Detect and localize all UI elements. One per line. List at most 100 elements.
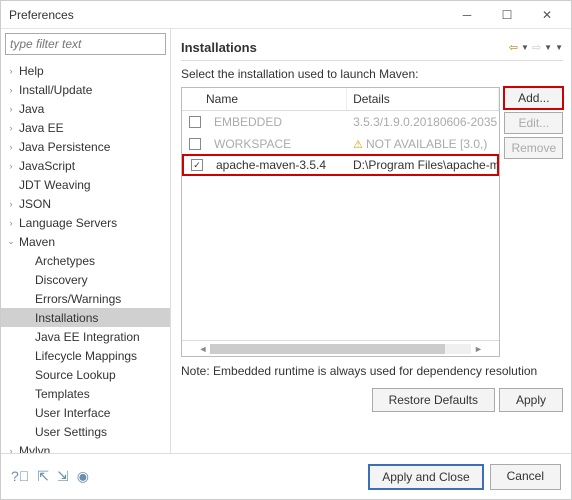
page-heading: Installations [181,40,509,55]
expander-icon[interactable]: › [5,199,17,209]
tree-item-errors-warnings[interactable]: Errors/Warnings [1,289,170,308]
cell-details: D:\Program Files\apache-ma [347,158,497,172]
apply-button[interactable]: Apply [499,388,563,412]
preferences-window: Preferences ─ ☐ ✕ ›Help›Install/Update›J… [0,0,572,500]
tree-item-java-ee[interactable]: ›Java EE [1,118,170,137]
tree-item-label: Help [17,64,44,78]
filter-box [5,33,166,55]
close-button[interactable]: ✕ [527,2,567,28]
tree-item-label: Lifecycle Mappings [33,349,137,363]
tree-item-maven[interactable]: ⌄Maven [1,232,170,251]
cell-name: EMBEDDED [208,115,347,129]
tree-item-label: JDT Weaving [17,178,91,192]
checkbox[interactable]: ✓ [191,159,203,171]
expander-icon[interactable]: › [5,142,17,152]
table-area: Name Details EMBEDDED3.5.3/1.9.0.2018060… [181,87,563,357]
table-row[interactable]: ✓ apache-maven-3.5.4D:\Program Files\apac… [182,154,499,176]
expander-icon[interactable]: › [5,66,17,76]
tree-item-label: Java EE Integration [33,330,140,344]
expander-icon[interactable]: › [5,123,17,133]
column-details[interactable]: Details [347,88,499,110]
sidebar: ›Help›Install/Update›Java›Java EE›Java P… [1,29,171,453]
tree-item-lifecycle-mappings[interactable]: Lifecycle Mappings [1,346,170,365]
tree-item-label: Maven [17,235,55,249]
import-icon[interactable]: ⇱ [37,468,49,485]
nav-toolbar: ⇦ ▼ ⇨ ▼ ▼ [509,41,563,54]
checkbox[interactable] [189,138,201,150]
tree-item-discovery[interactable]: Discovery [1,270,170,289]
back-icon[interactable]: ⇦ [509,41,518,54]
table-header: Name Details [182,88,499,111]
tree-item-json[interactable]: ›JSON [1,194,170,213]
tree-item-label: User Interface [33,406,110,420]
tree-item-label: JavaScript [17,159,75,173]
note-text: Note: Embedded runtime is always used fo… [181,363,563,380]
tree-item-label: Templates [33,387,90,401]
tree-item-label: Java EE [17,121,64,135]
expander-icon[interactable]: › [5,85,17,95]
table-row[interactable]: EMBEDDED3.5.3/1.9.0.20180606-2035 [182,111,499,133]
restore-row: Restore Defaults Apply [181,380,563,420]
view-menu-icon[interactable]: ▼ [555,43,563,52]
tree-item-java[interactable]: ›Java [1,99,170,118]
main-header: Installations ⇦ ▼ ⇨ ▼ ▼ [181,35,563,61]
tree-item-label: Archetypes [33,254,95,268]
help-icon[interactable]: ?⃝ [11,468,29,485]
footer-buttons: Apply and Close Cancel [368,464,561,490]
tree-item-user-settings[interactable]: User Settings [1,422,170,441]
table-row[interactable]: WORKSPACE⚠NOT AVAILABLE [3.0,) [182,133,499,155]
add-button[interactable]: Add... [504,87,563,109]
scroll-right-icon[interactable]: ► [471,344,485,354]
cell-details: 3.5.3/1.9.0.20180606-2035 [347,115,499,129]
scroll-left-icon[interactable]: ◄ [196,344,210,354]
column-name[interactable]: Name [182,88,347,110]
tree-item-jdt-weaving[interactable]: JDT Weaving [1,175,170,194]
forward-menu-icon: ▼ [544,43,552,52]
side-buttons: Add... Edit... Remove [504,87,563,357]
minimize-button[interactable]: ─ [447,2,487,28]
tree-item-java-persistence[interactable]: ›Java Persistence [1,137,170,156]
restore-defaults-button[interactable]: Restore Defaults [372,388,495,412]
warning-icon: ⚠ [353,139,363,151]
body: ›Help›Install/Update›Java›Java EE›Java P… [1,29,571,453]
footer: ?⃝ ⇱ ⇲ ◉ Apply and Close Cancel [1,453,571,499]
tree-item-javascript[interactable]: ›JavaScript [1,156,170,175]
horizontal-scrollbar[interactable]: ◄ ► [182,340,499,356]
tree-item-user-interface[interactable]: User Interface [1,403,170,422]
tree-item-label: Java Persistence [17,140,110,154]
cancel-button[interactable]: Cancel [490,464,561,490]
window-title: Preferences [9,8,447,22]
tree-item-archetypes[interactable]: Archetypes [1,251,170,270]
tree-item-language-servers[interactable]: ›Language Servers [1,213,170,232]
export-icon[interactable]: ⇲ [57,468,69,485]
expander-icon[interactable]: ⌄ [5,236,17,247]
instruction-text: Select the installation used to launch M… [181,67,563,81]
main-panel: Installations ⇦ ▼ ⇨ ▼ ▼ Select the insta… [171,29,571,453]
cell-name: apache-maven-3.5.4 [210,158,347,172]
back-menu-icon[interactable]: ▼ [521,43,529,52]
maximize-button[interactable]: ☐ [487,2,527,28]
edit-button: Edit... [504,112,563,134]
filter-input[interactable] [5,33,166,55]
tree-item-label: Install/Update [17,83,92,97]
tree-item-installations[interactable]: Installations [1,308,170,327]
tree-item-label: Installations [33,311,98,325]
tree-item-label: Source Lookup [33,368,116,382]
checkbox[interactable] [189,116,201,128]
expander-icon[interactable]: › [5,104,17,114]
tree-item-install-update[interactable]: ›Install/Update [1,80,170,99]
preference-tree[interactable]: ›Help›Install/Update›Java›Java EE›Java P… [1,59,170,453]
tree-item-source-lookup[interactable]: Source Lookup [1,365,170,384]
tree-item-templates[interactable]: Templates [1,384,170,403]
tree-item-mylyn[interactable]: ›Mylyn [1,441,170,453]
titlebar: Preferences ─ ☐ ✕ [1,1,571,29]
tree-item-java-ee-integration[interactable]: Java EE Integration [1,327,170,346]
tree-item-label: Language Servers [17,216,117,230]
tree-item-help[interactable]: ›Help [1,61,170,80]
table-body: EMBEDDED3.5.3/1.9.0.20180606-2035WORKSPA… [182,111,499,340]
expander-icon[interactable]: › [5,161,17,171]
record-icon[interactable]: ◉ [77,468,89,485]
expander-icon[interactable]: › [5,446,17,454]
expander-icon[interactable]: › [5,218,17,228]
apply-and-close-button[interactable]: Apply and Close [368,464,483,490]
